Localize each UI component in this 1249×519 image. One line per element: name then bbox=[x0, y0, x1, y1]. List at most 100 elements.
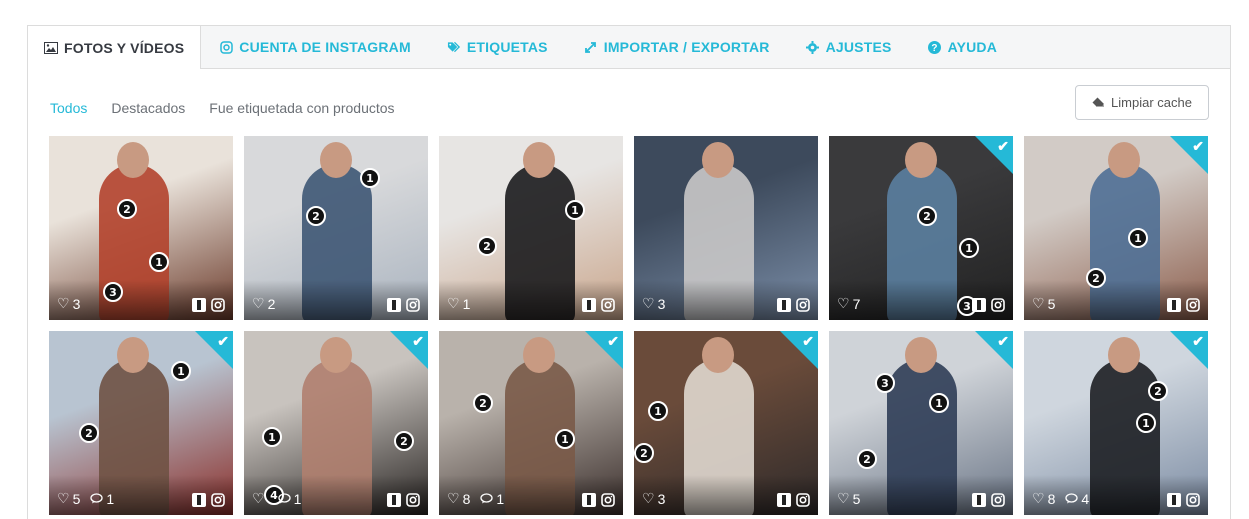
filter-tagged-products[interactable]: Fue etiquetada con productos bbox=[209, 100, 394, 116]
product-tag-marker[interactable]: 1 bbox=[171, 361, 191, 381]
tab-settings[interactable]: AJUSTES bbox=[788, 26, 910, 68]
product-tag-marker[interactable]: 1 bbox=[648, 401, 668, 421]
product-tag-icon[interactable] bbox=[192, 298, 206, 312]
product-tag-marker[interactable]: 3 bbox=[875, 373, 895, 393]
likes-count: ♡ 7 bbox=[837, 295, 860, 312]
tab-label: AJUSTES bbox=[825, 39, 892, 55]
product-tag-icon[interactable] bbox=[387, 493, 401, 507]
product-tag-marker[interactable]: 2 bbox=[634, 443, 654, 463]
product-tag-icon[interactable] bbox=[777, 493, 791, 507]
filter-all[interactable]: Todos bbox=[50, 100, 87, 116]
instagram-icon[interactable] bbox=[796, 493, 810, 507]
media-tile[interactable]: 1 2 4 ♡ 1 ✔ bbox=[244, 331, 428, 515]
tile-actions bbox=[1167, 298, 1200, 312]
media-tile[interactable]: 1 2 ♡ 3 ✔ bbox=[634, 331, 818, 515]
tile-actions bbox=[387, 298, 420, 312]
tab-label: FOTOS Y VÍDEOS bbox=[64, 39, 185, 56]
tab-import-export[interactable]: IMPORTAR / EXPORTAR bbox=[566, 26, 788, 68]
media-tile[interactable]: 1 2 ♡ 1 bbox=[439, 136, 623, 320]
product-tag-marker[interactable]: 1 bbox=[565, 200, 585, 220]
media-tile[interactable]: 1 2 ♡ 5 1 ✔ bbox=[49, 331, 233, 515]
instagram-icon[interactable] bbox=[991, 493, 1005, 507]
heart-icon: ♡ bbox=[252, 295, 265, 311]
product-tag-marker[interactable]: 1 bbox=[1136, 413, 1156, 433]
tab-photos-videos[interactable]: FOTOS Y VÍDEOS bbox=[28, 26, 202, 69]
product-tag-marker[interactable]: 1 bbox=[1128, 228, 1148, 248]
tab-help[interactable]: ? AYUDA bbox=[910, 26, 1016, 68]
likes-count: ♡ 5 bbox=[57, 490, 80, 507]
product-tag-marker[interactable]: 1 bbox=[149, 252, 169, 272]
comments-count: 1 bbox=[90, 491, 114, 507]
post-stats: ♡ 3 bbox=[642, 295, 665, 312]
svg-text:?: ? bbox=[931, 43, 937, 54]
likes-count: ♡ 5 bbox=[837, 490, 860, 507]
post-stats: ♡ 8 1 bbox=[447, 490, 504, 507]
product-tag-marker[interactable]: 2 bbox=[117, 199, 137, 219]
product-tag-icon[interactable] bbox=[582, 298, 596, 312]
product-tag-marker[interactable]: 2 bbox=[306, 206, 326, 226]
product-tag-marker[interactable]: 1 bbox=[360, 168, 380, 188]
product-tag-icon[interactable] bbox=[582, 493, 596, 507]
instagram-icon[interactable] bbox=[601, 493, 615, 507]
likes-count: ♡ 8 bbox=[447, 490, 470, 507]
product-tag-marker[interactable]: 1 bbox=[929, 393, 949, 413]
product-tag-marker[interactable]: 1 bbox=[262, 427, 282, 447]
tab-label: AYUDA bbox=[947, 39, 998, 55]
media-tile[interactable]: 1 2 ♡ 5 ✔ bbox=[1024, 136, 1208, 320]
product-tag-icon[interactable] bbox=[972, 298, 986, 312]
instagram-icon[interactable] bbox=[406, 298, 420, 312]
instagram-icon[interactable] bbox=[796, 298, 810, 312]
post-stats: ♡ 5 bbox=[1032, 295, 1055, 312]
product-tag-marker[interactable]: 2 bbox=[79, 423, 99, 443]
post-stats: ♡ 5 1 bbox=[57, 490, 114, 507]
product-tag-icon[interactable] bbox=[777, 298, 791, 312]
media-tile[interactable]: 2 1 3 ♡ 7 ✔ bbox=[829, 136, 1013, 320]
product-tag-marker[interactable]: 2 bbox=[857, 449, 877, 469]
likes-value: 5 bbox=[1047, 295, 1056, 312]
product-tag-marker[interactable]: 3 bbox=[103, 282, 123, 302]
media-tile[interactable]: 1 2 ♡ 2 bbox=[244, 136, 428, 320]
instagram-icon[interactable] bbox=[406, 493, 420, 507]
instagram-icon[interactable] bbox=[1186, 493, 1200, 507]
product-tag-marker[interactable]: 2 bbox=[917, 206, 937, 226]
product-tag-marker[interactable]: 1 bbox=[959, 238, 979, 258]
instagram-icon[interactable] bbox=[211, 298, 225, 312]
product-tag-icon[interactable] bbox=[1167, 298, 1181, 312]
likes-count: ♡ 2 bbox=[252, 295, 275, 312]
image-icon bbox=[44, 41, 58, 55]
likes-value: 3 bbox=[657, 295, 666, 312]
tab-tags[interactable]: ETIQUETAS bbox=[429, 26, 566, 68]
instagram-icon[interactable] bbox=[211, 493, 225, 507]
media-tile[interactable]: 3 1 2 ♡ 5 ✔ bbox=[829, 331, 1013, 515]
media-tile[interactable]: 2 1 ♡ 8 4 ✔ bbox=[1024, 331, 1208, 515]
instagram-icon[interactable] bbox=[601, 298, 615, 312]
product-tag-marker[interactable]: 2 bbox=[1086, 268, 1106, 288]
product-tag-icon[interactable] bbox=[972, 493, 986, 507]
product-tag-icon[interactable] bbox=[387, 298, 401, 312]
media-tile[interactable]: 2 1 ♡ 8 1 ✔ bbox=[439, 331, 623, 515]
product-tag-marker[interactable]: 2 bbox=[394, 431, 414, 451]
filter-featured[interactable]: Destacados bbox=[111, 100, 185, 116]
media-tile[interactable]: ♡ 3 bbox=[634, 136, 818, 320]
post-stats: ♡ 8 4 bbox=[1032, 490, 1089, 507]
tile-actions bbox=[972, 298, 1005, 312]
tab-bar: FOTOS Y VÍDEOS CUENTA DE INSTAGRAM ETIQU… bbox=[27, 25, 1231, 69]
product-tag-marker[interactable]: 1 bbox=[555, 429, 575, 449]
likes-value: 3 bbox=[657, 490, 666, 507]
check-icon: ✔ bbox=[1192, 138, 1204, 154]
likes-count: ♡ 3 bbox=[642, 295, 665, 312]
product-tag-icon[interactable] bbox=[1167, 493, 1181, 507]
media-tile[interactable]: 2 1 3 ♡ 3 bbox=[49, 136, 233, 320]
heart-icon: ♡ bbox=[447, 295, 460, 311]
clear-cache-button[interactable]: Limpiar cache bbox=[1075, 85, 1209, 120]
product-tag-marker[interactable]: 2 bbox=[473, 393, 493, 413]
likes-count: ♡ 8 bbox=[1032, 490, 1055, 507]
instagram-icon[interactable] bbox=[1186, 298, 1200, 312]
post-stats: ♡ 3 bbox=[642, 490, 665, 507]
tab-instagram-account[interactable]: CUENTA DE INSTAGRAM bbox=[201, 26, 429, 68]
product-tag-icon[interactable] bbox=[192, 493, 206, 507]
instagram-icon[interactable] bbox=[991, 298, 1005, 312]
product-tag-marker[interactable]: 2 bbox=[1148, 381, 1168, 401]
post-stats: ♡ 1 bbox=[252, 490, 301, 507]
product-tag-marker[interactable]: 2 bbox=[477, 236, 497, 256]
